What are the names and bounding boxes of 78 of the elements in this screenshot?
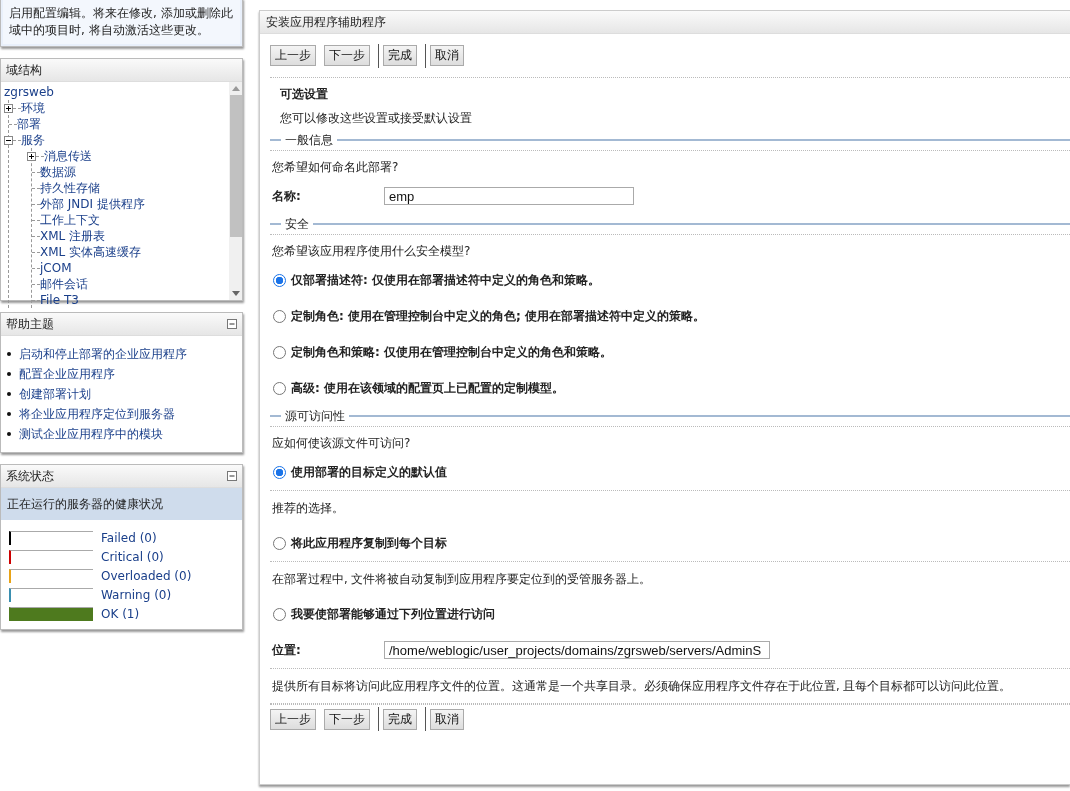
health-link[interactable]: Failed (0) [101,530,157,545]
wizard-button[interactable]: 下一步 [324,708,370,730]
scrollbar[interactable] [229,82,242,300]
help-link[interactable]: 测试企业应用程序中的模块 [19,425,163,443]
status-subtitle: 正在运行的服务器的健康状况 [1,488,242,520]
question-text: 应如何使该源文件可访问? [271,434,412,452]
option-label: 将此应用程序复制到每个目标 [291,534,447,552]
health-link[interactable]: OK (1) [101,606,140,621]
bullet-icon [7,412,11,416]
wizard-button[interactable]: 取消 [430,45,464,66]
help-link[interactable]: 启动和停止部署的企业应用程序 [19,345,187,363]
tree-item[interactable]: 外部 JNDI 提供程序 [40,196,145,212]
tree-item[interactable]: 服务 [21,132,45,148]
tree-item[interactable]: jCOM [40,260,72,276]
scroll-down-icon[interactable] [231,291,240,296]
wizard-button[interactable]: 完成 [383,45,417,66]
bullet-icon [7,392,11,396]
name-field[interactable]: emp [384,187,634,205]
health-link[interactable]: Critical (0) [101,549,164,564]
radio-button[interactable] [273,345,286,359]
bullet-icon [7,352,11,356]
location-field[interactable]: /home/weblogic/user_projects/domains/zgrsweb/servers/AdminS [384,641,770,659]
panel-title: 帮助主题 [6,315,54,333]
wizard-title: 安装应用程序辅助程序 [266,13,386,31]
section-legend: 一般信息 [285,131,333,149]
page-heading: 可选设置 [279,86,329,103]
radio-button[interactable] [273,607,286,621]
field-label: 位置: [271,641,302,659]
option-label: 定制角色: 使用在管理控制台中定义的角色; 使用在部署描述符中定义的策略。 [291,307,705,325]
tree-item[interactable]: 持久性存储 [40,180,100,196]
tree-item[interactable]: 数据源 [40,164,76,180]
tree-item[interactable]: 消息传送 [44,148,92,164]
health-link[interactable]: Warning (0) [101,587,172,602]
question-text: 您希望如何命名此部署? [271,158,400,176]
panel-title: 域结构 [6,61,42,79]
radio-button[interactable] [273,273,286,287]
option-hint: 在部署过程中, 文件将被自动复制到应用程序要定位到的受管服务器上。 [271,570,653,588]
tree-item[interactable]: File T3 [40,292,79,308]
wizard-button[interactable]: 下一步 [324,45,370,66]
radio-button[interactable] [273,536,286,550]
tree-item[interactable]: 工作上下文 [40,212,100,228]
help-link[interactable]: 创建部署计划 [19,385,91,403]
wizard-button[interactable]: 取消 [430,708,464,730]
radio-button[interactable] [273,381,286,395]
tree-item[interactable]: 部署 [17,116,41,132]
scroll-up-icon[interactable] [231,86,240,91]
option-hint: 提供所有目标将访问此应用程序文件的位置。这通常是一个共享目录。必须确保应用程序文件存在于此位置, 且每个目标都可以访问此位置。 [270,669,1070,704]
section-legend: 安全 [285,215,309,233]
collapse-icon[interactable] [4,135,13,145]
option-label: 使用部署的目标定义的默认值 [291,463,447,481]
option-label: 高级: 使用在该领域的配置页上已配置的定制模型。 [291,379,564,397]
option-label: 仅部署描述符: 仅使用在部署描述符中定义的角色和策略。 [291,271,600,289]
help-link[interactable]: 配置企业应用程序 [19,365,115,383]
expand-icon[interactable] [27,151,36,161]
radio-button[interactable] [273,465,286,479]
wizard-button[interactable]: 上一步 [270,45,316,66]
tree-item[interactable]: 邮件会话 [40,276,88,292]
wizard-button[interactable]: 完成 [383,708,417,730]
tree-item[interactable]: zgrsweb [4,84,54,100]
health-link[interactable]: Overloaded (0) [101,568,192,583]
option-label: 定制角色和策略: 仅使用在管理控制台中定义的角色和策略。 [291,343,612,361]
expand-icon[interactable] [4,103,13,113]
question-text: 您希望该应用程序使用什么安全模型? [271,242,472,260]
tree-item[interactable]: XML 注册表 [40,228,106,244]
section-legend: 源可访问性 [285,407,345,425]
page-description: 您可以修改这些设置或接受默认设置 [279,110,473,127]
option-hint: 推荐的选择。 [271,499,345,517]
bullet-icon [7,372,11,376]
wizard-button[interactable]: 上一步 [270,708,316,730]
option-label: 我要使部署能够通过下列位置进行访问 [291,605,495,623]
tree-item[interactable]: 环境 [21,100,45,116]
field-label: 名称: [271,187,302,205]
panel-title: 系统状态 [6,467,54,485]
bullet-icon [7,432,11,436]
change-center-message: 启用配置编辑。将来在修改, 添加或删除此域中的项目时, 将自动激活这些更改。 [3,0,240,44]
tree-item[interactable]: XML 实体高速缓存 [40,244,142,260]
help-link[interactable]: 将企业应用程序定位到服务器 [19,405,175,423]
radio-button[interactable] [273,309,286,323]
